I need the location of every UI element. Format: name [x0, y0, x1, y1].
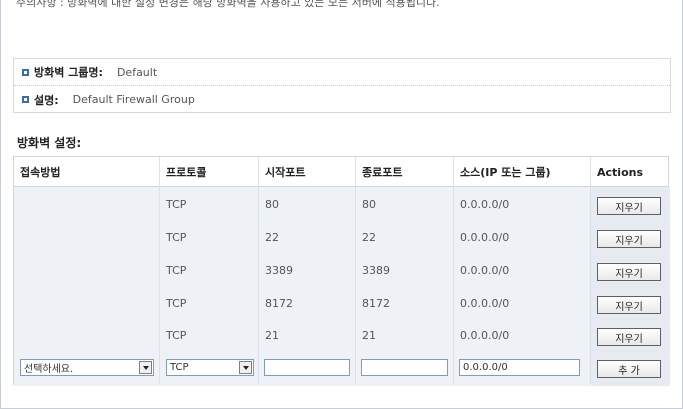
group-name-label: 방화벽 그룹명:: [34, 66, 103, 79]
row-start-port: 22: [265, 231, 279, 244]
header-method: 접속방법: [20, 166, 61, 179]
group-name-value: Default: [116, 65, 158, 79]
row-source: 0.0.0.0/0: [460, 297, 510, 310]
row-end-port: 22: [362, 231, 376, 244]
protocol-select[interactable]: TCP: [166, 359, 254, 376]
header-start-port: 시작포트: [265, 166, 306, 179]
method-select[interactable]: 선택하세요.: [20, 359, 154, 376]
row-source: 0.0.0.0/0: [460, 264, 510, 277]
end-port-input[interactable]: [361, 359, 448, 376]
group-info-box: 방화벽 그룹명: Default 설명: Default Firewall Gr…: [13, 58, 671, 113]
delete-button[interactable]: 지우기: [597, 328, 661, 346]
row-protocol: TCP: [166, 198, 187, 211]
header-end-port: 종료포트: [362, 166, 403, 179]
notice-text: 주의사항 : 방화벽에 대한 설정 변경은 해당 방화벽을 사용하고 있는 모든…: [16, 0, 440, 9]
row-protocol: TCP: [166, 329, 187, 342]
row-source: 0.0.0.0/0: [460, 198, 510, 211]
chevron-down-icon[interactable]: [139, 361, 152, 374]
row-start-port: 8172: [265, 297, 293, 310]
section-title: 방화벽 설정:: [17, 136, 82, 150]
method-select-value: 선택하세요.: [24, 364, 74, 375]
delete-button[interactable]: 지우기: [597, 230, 661, 248]
chevron-down-icon[interactable]: [239, 361, 252, 374]
row-protocol: TCP: [166, 297, 187, 310]
delete-button[interactable]: 지우기: [597, 197, 661, 215]
group-name-row: 방화벽 그룹명: Default: [14, 59, 670, 86]
row-start-port: 3389: [265, 264, 293, 277]
group-desc-row: 설명: Default Firewall Group: [14, 86, 670, 113]
row-end-port: 8172: [362, 297, 390, 310]
header-actions: Actions: [597, 165, 643, 179]
row-start-port: 21: [265, 329, 279, 342]
row-source: 0.0.0.0/0: [460, 231, 510, 244]
row-end-port: 21: [362, 329, 376, 342]
group-desc-label: 설명:: [34, 93, 59, 107]
source-input[interactable]: 0.0.0.0/0: [459, 359, 580, 376]
row-protocol: TCP: [166, 231, 187, 244]
row-source: 0.0.0.0/0: [460, 329, 510, 342]
start-port-input[interactable]: [264, 359, 350, 376]
protocol-select-value: TCP: [170, 362, 189, 373]
header-source: 소스(IP 또는 그룹): [460, 166, 551, 179]
bullet-icon: [22, 68, 29, 76]
bullet-icon: [22, 96, 29, 103]
delete-button[interactable]: 지우기: [597, 296, 661, 314]
row-end-port: 80: [362, 198, 376, 211]
row-start-port: 80: [265, 198, 279, 211]
row-end-port: 3389: [362, 264, 390, 277]
delete-button[interactable]: 지우기: [597, 263, 661, 281]
firewall-rules-table: 접속방법 프로토콜 시작포트 종료포트 소스(IP 또는 그룹) Actions…: [13, 156, 670, 386]
add-rule-button[interactable]: 추 가: [597, 360, 661, 378]
group-desc-value: Default Firewall Group: [72, 93, 195, 106]
header-protocol: 프로토콜: [166, 166, 207, 179]
row-protocol: TCP: [166, 264, 187, 277]
